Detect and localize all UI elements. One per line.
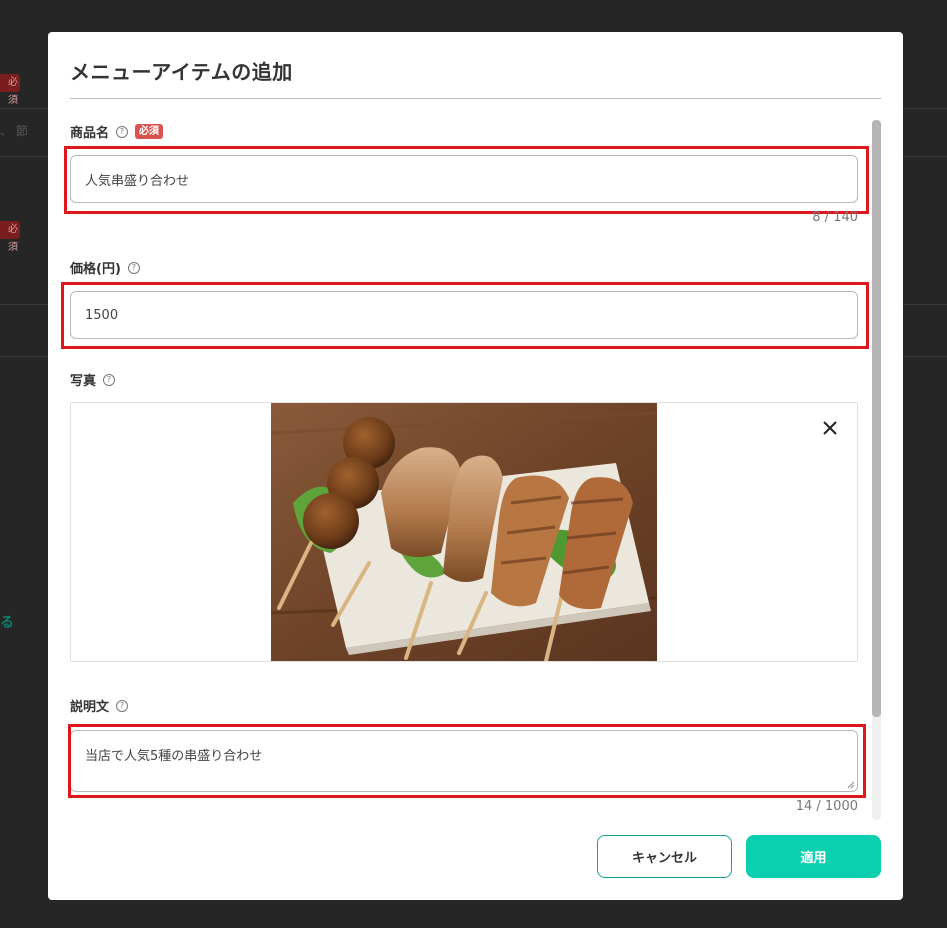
add-menu-item-dialog: メニューアイテムの追加 商品名 ? 必須 人気串盛り合わせ 8 / 140 価格… [48,32,903,900]
background-divider [0,356,48,357]
resize-grip-icon[interactable] [847,781,855,789]
yakitori-photo [271,403,657,661]
scrollbar[interactable] [872,120,881,820]
description-label-text: 説明文 [70,700,110,715]
background-required-badge: 必須 [0,221,20,253]
price-value: 1500 [85,307,119,323]
product-name-counter: 8 / 140 [812,210,858,225]
apply-button[interactable]: 適用 [746,835,881,878]
price-input[interactable]: 1500 [70,291,858,339]
required-badge: 必須 [135,124,164,139]
product-name-input[interactable]: 人気串盛り合わせ [70,155,858,203]
cancel-button[interactable]: キャンセル [597,835,732,878]
background-divider [903,108,947,109]
background-link-fragment: る [0,615,14,631]
help-icon[interactable]: ? [127,261,140,274]
scrollbar-thumb[interactable] [872,120,881,717]
description-textarea[interactable]: 当店で人気5種の串盛り合わせ [70,730,858,792]
product-name-label-text: 商品名 [70,126,110,141]
help-icon[interactable]: ? [103,373,116,386]
product-name-label: 商品名 ? 必須 [70,122,164,141]
background-divider [0,156,48,157]
price-label-text: 価格(円) [70,262,121,277]
background-required-badge: 必須 [0,74,20,106]
dialog-title: メニューアイテムの追加 [70,60,293,84]
help-icon[interactable]: ? [116,699,129,712]
product-name-value: 人気串盛り合わせ [85,173,190,189]
description-label: 説明文 ? [70,696,129,715]
description-value: 当店で人気5種の串盛り合わせ [85,749,263,764]
background-divider [0,108,48,109]
background-divider [903,304,947,305]
photo-upload-area[interactable] [70,402,858,662]
help-icon[interactable]: ? [116,125,129,138]
price-label: 価格(円) ? [70,258,140,277]
background-text: 、 節 [0,124,28,138]
background-divider [903,156,947,157]
background-divider [903,356,947,357]
title-divider [70,98,881,99]
remove-photo-icon[interactable] [821,419,839,437]
background-divider [0,304,48,305]
photo-label: 写真 ? [70,370,116,389]
photo-label-text: 写真 [70,374,97,389]
description-counter: 14 / 1000 [795,799,858,814]
